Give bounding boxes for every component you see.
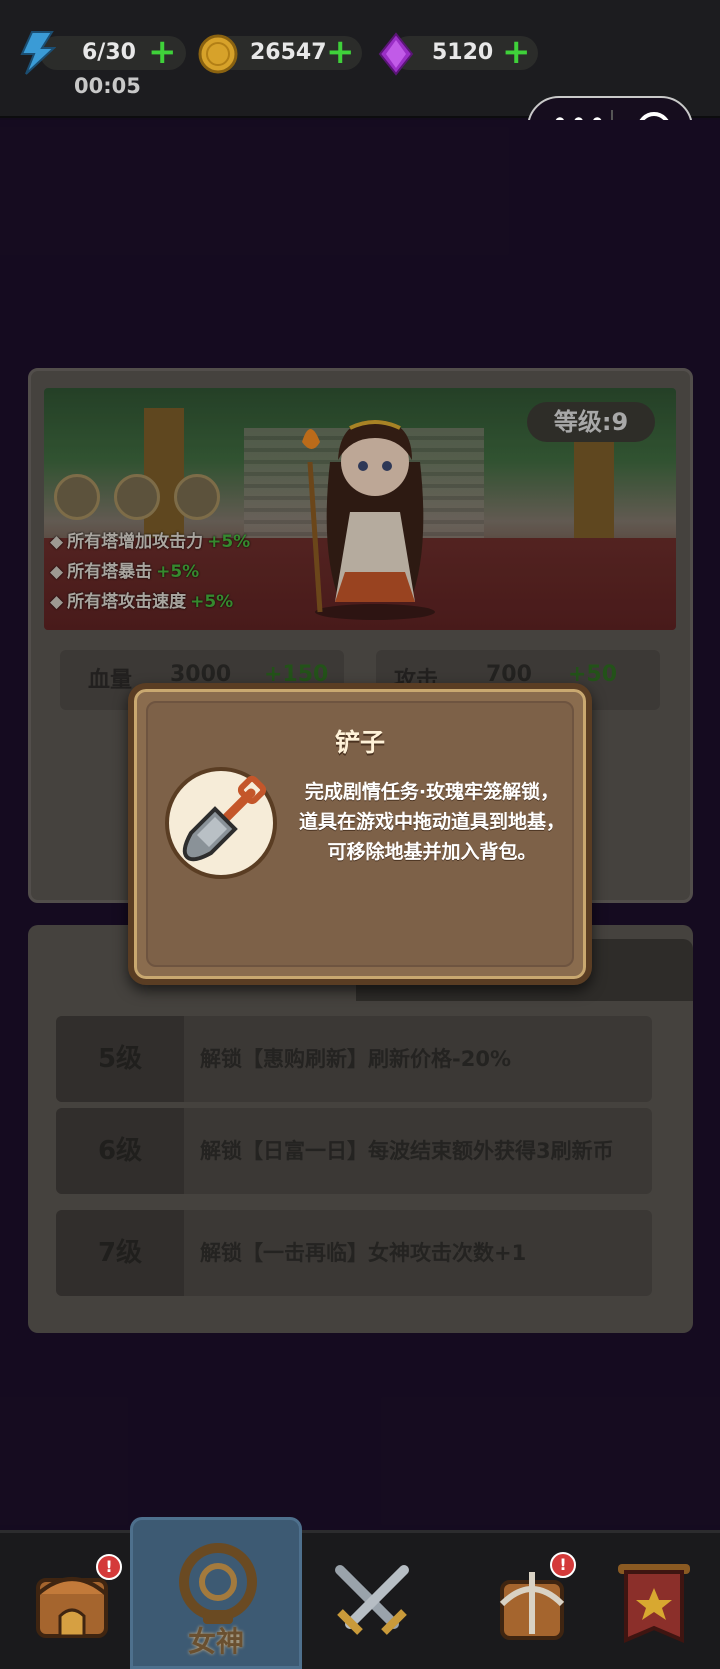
crossed-swords-icon	[335, 1565, 409, 1635]
dialog-title: 铲子	[334, 728, 385, 757]
nav-shop[interactable]: !	[22, 1550, 122, 1650]
add-gem-button[interactable]: +	[502, 35, 531, 69]
goddess-emblem-icon	[179, 1543, 257, 1624]
nav-equipment[interactable]: !	[482, 1552, 582, 1652]
add-energy-button[interactable]: +	[148, 35, 177, 69]
dialog-description: 完成剧情任务·玫瑰牢笼解锁， 道具在游戏中拖动道具到地基， 可移除地基并加入背包…	[298, 781, 565, 863]
nav-battle[interactable]	[322, 1552, 422, 1652]
shovel-icon	[182, 775, 267, 862]
energy-timer: 00:05	[74, 74, 141, 98]
notification-badge: !	[96, 1554, 122, 1580]
item-icon-frame	[165, 767, 277, 879]
purple-gem-icon	[378, 32, 414, 76]
lightning-icon	[20, 31, 56, 75]
energy-counter: 6/30 +	[40, 35, 186, 70]
add-gold-button[interactable]: +	[326, 35, 355, 69]
gold-value: 26547	[250, 40, 327, 65]
scroll-banner-icon	[618, 1564, 690, 1644]
notification-badge: !	[550, 1552, 576, 1578]
item-info-dialog: 铲子 完成剧情任务·玫瑰牢笼解锁， 道具在游戏中拖动道具到地基， 可移除地基并加…	[128, 683, 592, 985]
gold-coin-icon	[198, 34, 238, 74]
energy-value: 6/30	[82, 40, 136, 65]
nav-goddess[interactable]: 女神	[130, 1517, 302, 1669]
nav-tasks[interactable]	[604, 1552, 704, 1652]
gem-value: 5120	[432, 40, 494, 65]
nav-goddess-label: 女神	[187, 1625, 244, 1658]
